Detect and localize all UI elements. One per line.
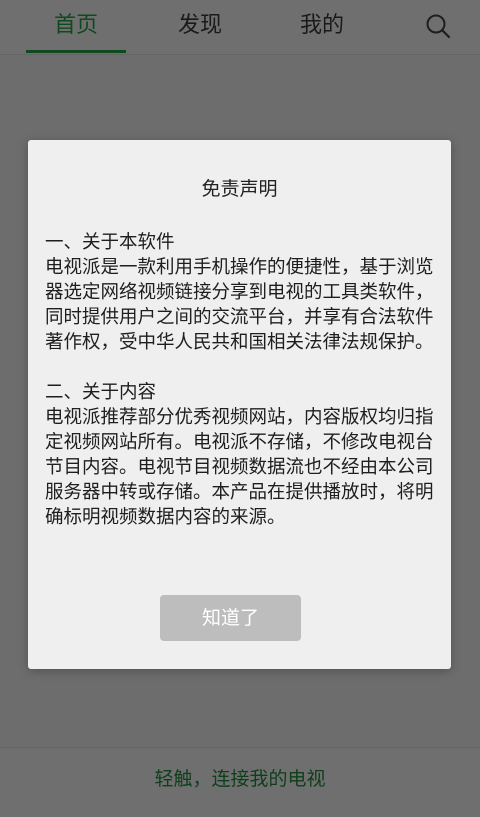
search-icon — [426, 14, 451, 39]
tab-home[interactable]: 首页 — [26, 0, 126, 52]
top-nav-bar: 首页 发现 我的 — [0, 0, 480, 55]
section-body-content: 电视派推荐部分优秀视频网站，内容版权均归指定视频网站所有。电视派不存储，不修改电… — [45, 407, 434, 528]
section-heading-software: 一、关于本软件 — [45, 232, 175, 253]
search-button[interactable] — [420, 8, 456, 44]
dialog-title: 免责声明 — [201, 178, 278, 200]
section-heading-content: 二、关于内容 — [45, 382, 157, 403]
disclaimer-dialog: 免责声明 一、关于本软件 电视派是一款利用手机操作的便捷性，基于浏览器选定网络视… — [28, 140, 451, 669]
section-body-software: 电视派是一款利用手机操作的便捷性，基于浏览器选定网络视频链接分享到电视的工具类软… — [45, 257, 434, 353]
connect-tv-label: 轻触，连接我的电视 — [154, 768, 326, 790]
tab-mine[interactable]: 我的 — [272, 0, 372, 52]
tab-discover[interactable]: 发现 — [150, 0, 250, 52]
active-tab-indicator — [26, 50, 126, 53]
acknowledge-button[interactable]: 知道了 — [160, 595, 301, 641]
connect-tv-bar[interactable]: 轻触，连接我的电视 — [0, 747, 480, 817]
